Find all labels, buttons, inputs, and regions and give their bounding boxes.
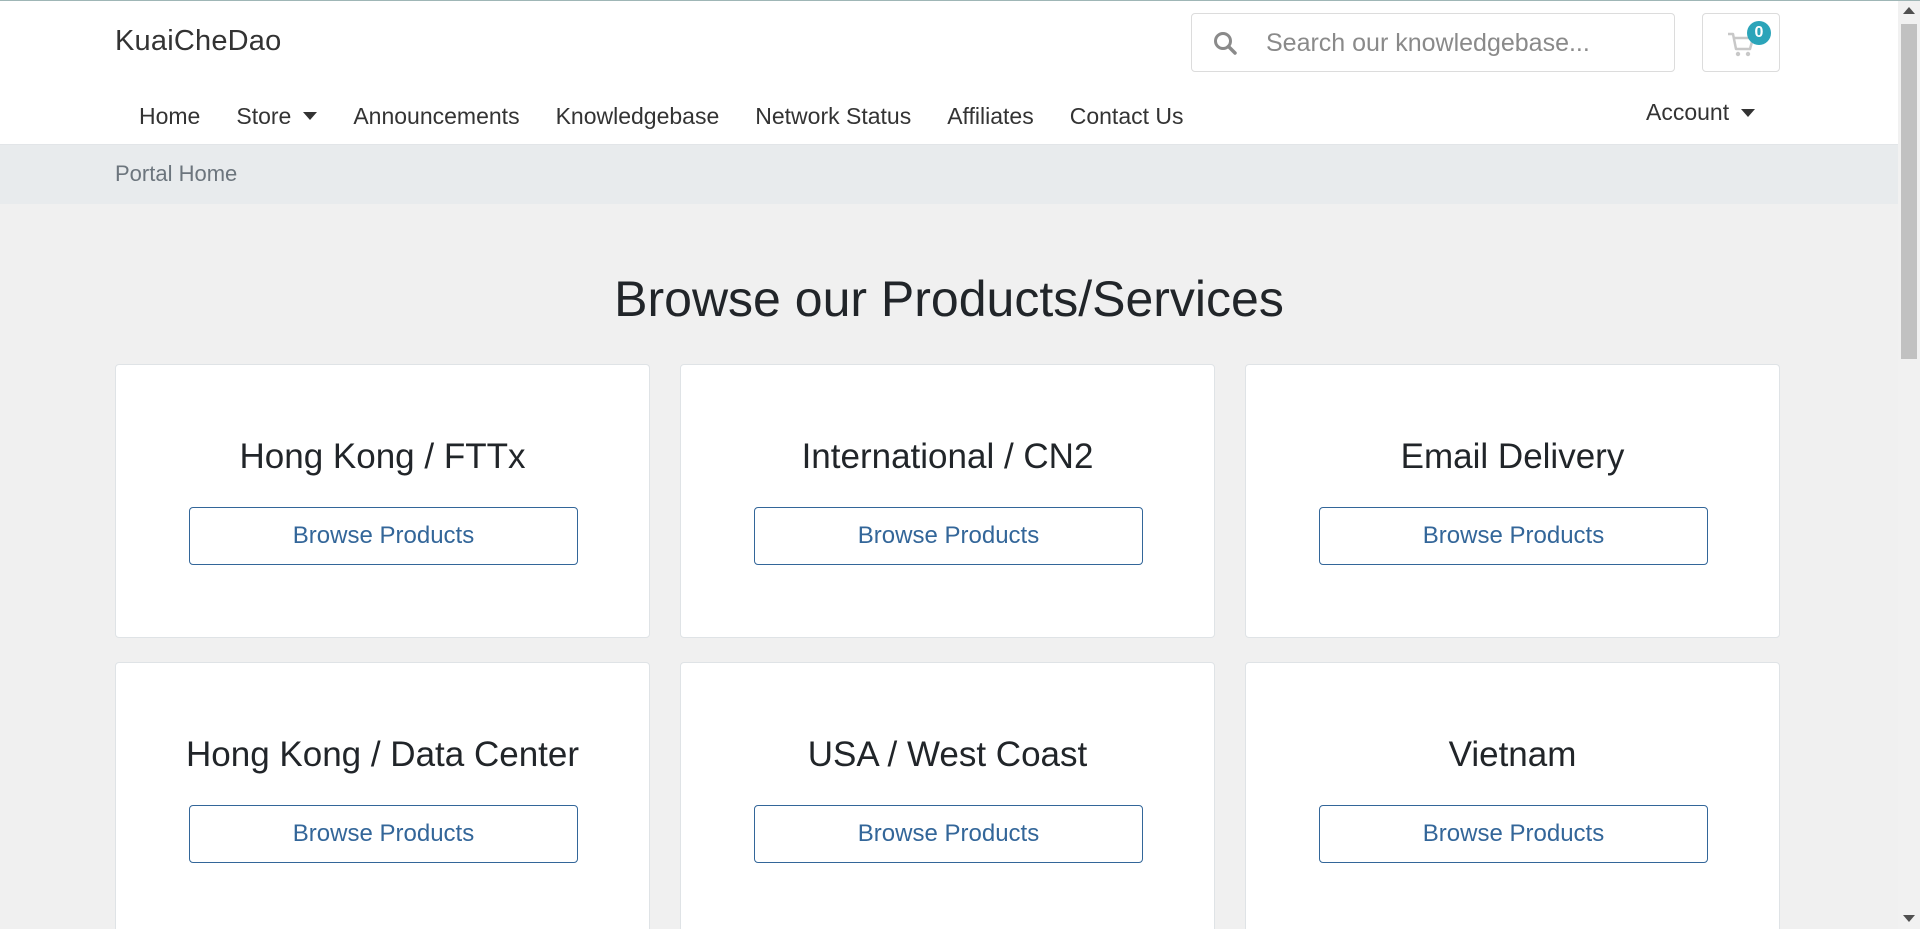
nav-item-label: Announcements bbox=[353, 102, 520, 129]
vertical-scrollbar[interactable] bbox=[1898, 1, 1920, 929]
product-group-card: Vietnam Browse Products bbox=[1245, 662, 1780, 929]
nav-item-store[interactable]: Store bbox=[236, 99, 318, 133]
product-group-title: Email Delivery bbox=[1400, 437, 1625, 476]
account-label: Account bbox=[1646, 99, 1730, 125]
nav-item-announcements[interactable]: Announcements bbox=[353, 99, 519, 133]
browse-products-button[interactable]: Browse Products bbox=[1319, 507, 1708, 565]
nav-item-label: Knowledgebase bbox=[555, 102, 720, 129]
nav-item-network-status[interactable]: Network Status bbox=[755, 99, 911, 133]
browse-products-button[interactable]: Browse Products bbox=[754, 805, 1143, 863]
product-group-card: USA / West Coast Browse Products bbox=[680, 662, 1215, 929]
nav-item-affiliates[interactable]: Affiliates bbox=[947, 99, 1034, 133]
search-icon[interactable] bbox=[1212, 30, 1238, 56]
product-group-title: Hong Kong / Data Center bbox=[185, 735, 579, 774]
cart-count-badge: 0 bbox=[1747, 21, 1771, 45]
product-group-card: Email Delivery Browse Products bbox=[1245, 364, 1780, 638]
product-group-title: International / CN2 bbox=[801, 437, 1094, 476]
scroll-up-arrow-icon[interactable] bbox=[1903, 7, 1915, 14]
page-title: Browse our Products/Services bbox=[614, 271, 1284, 327]
nav-item-label: Network Status bbox=[755, 102, 912, 129]
product-group-card: Hong Kong / FTTx Browse Products bbox=[115, 364, 650, 638]
chevron-down-icon bbox=[1741, 108, 1756, 117]
main-nav: Home Store Announcements Knowledgebase N… bbox=[115, 99, 1220, 133]
product-group-card: Hong Kong / Data Center Browse Products bbox=[115, 662, 650, 929]
product-group-title: Vietnam bbox=[1448, 735, 1577, 774]
nav-item-label: Contact Us bbox=[1069, 102, 1184, 129]
product-group-title: USA / West Coast bbox=[807, 735, 1088, 774]
search-input[interactable] bbox=[1264, 22, 1664, 64]
browse-products-button[interactable]: Browse Products bbox=[754, 507, 1143, 565]
nav-item-label: Home bbox=[139, 102, 201, 129]
nav-item-knowledgebase[interactable]: Knowledgebase bbox=[556, 99, 720, 133]
browse-products-button[interactable]: Browse Products bbox=[189, 805, 578, 863]
search-box[interactable] bbox=[1191, 13, 1675, 72]
browse-products-button[interactable]: Browse Products bbox=[1319, 805, 1708, 863]
nav-item-label: Store bbox=[236, 102, 292, 129]
nav-item-home[interactable]: Home bbox=[139, 99, 200, 133]
cart-button[interactable]: 0 bbox=[1702, 13, 1780, 72]
page: KuaiCheDao 0 Home Store Announcements Kn… bbox=[0, 0, 1898, 929]
nav-item-label: Affiliates bbox=[947, 102, 1034, 129]
breadcrumb-bar: Portal Home bbox=[0, 145, 1898, 204]
site-header: KuaiCheDao 0 Home Store Announcements Kn… bbox=[0, 1, 1898, 145]
brand-logo[interactable]: KuaiCheDao bbox=[115, 25, 281, 58]
product-group-title: Hong Kong / FTTx bbox=[239, 437, 526, 476]
chevron-down-icon bbox=[303, 112, 318, 120]
browse-products-button[interactable]: Browse Products bbox=[189, 507, 578, 565]
scroll-down-arrow-icon[interactable] bbox=[1903, 915, 1915, 922]
scrollbar-thumb[interactable] bbox=[1901, 24, 1917, 359]
breadcrumb: Portal Home bbox=[115, 161, 238, 186]
product-group-card: International / CN2 Browse Products bbox=[680, 364, 1215, 638]
account-menu[interactable]: Account bbox=[1646, 99, 1756, 126]
nav-item-contact-us[interactable]: Contact Us bbox=[1070, 99, 1184, 133]
